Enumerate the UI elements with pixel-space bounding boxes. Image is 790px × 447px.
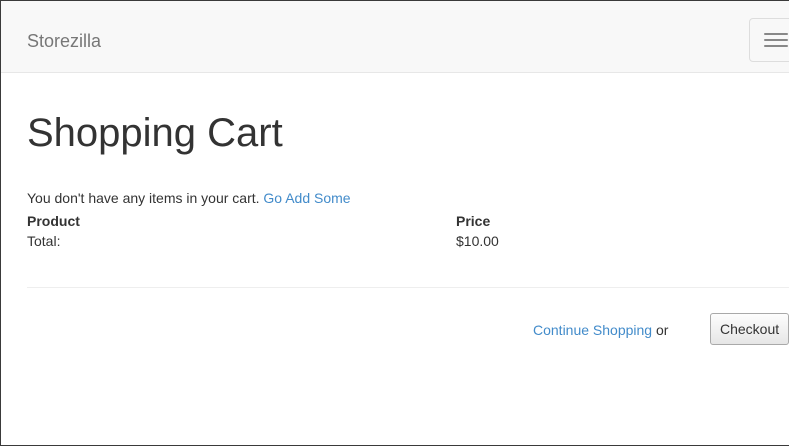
hamburger-menu-icon xyxy=(764,39,788,41)
total-label: Total: xyxy=(27,233,61,249)
table-header-row: Product Price xyxy=(27,211,789,231)
go-add-some-link[interactable]: Go Add Some xyxy=(263,190,350,206)
navbar: Storezilla xyxy=(1,1,789,73)
divider xyxy=(27,287,789,288)
product-column-header: Product xyxy=(27,213,80,229)
price-column-header: Price xyxy=(456,213,491,229)
page-title: Shopping Cart xyxy=(27,111,283,155)
or-text: or xyxy=(656,322,669,338)
navbar-toggle-button[interactable] xyxy=(749,18,789,62)
checkout-button[interactable]: Checkout xyxy=(710,313,789,345)
total-value: $10.00 xyxy=(456,233,499,249)
cart-actions: Continue Shopping or Checkout xyxy=(533,313,789,347)
brand-link[interactable]: Storezilla xyxy=(27,31,101,51)
empty-cart-message: You don't have any items in your cart. G… xyxy=(27,188,351,208)
hamburger-menu-icon xyxy=(764,33,788,35)
empty-cart-text: You don't have any items in your cart. xyxy=(27,190,260,206)
table-total-row: Total: $10.00 xyxy=(27,231,789,251)
cart-table: Product Price Total: $10.00 xyxy=(27,211,789,251)
hamburger-menu-icon xyxy=(764,45,788,47)
browser-viewport: Storezilla Shopping Cart You don't have … xyxy=(0,0,789,446)
continue-shopping-link[interactable]: Continue Shopping xyxy=(533,322,652,338)
